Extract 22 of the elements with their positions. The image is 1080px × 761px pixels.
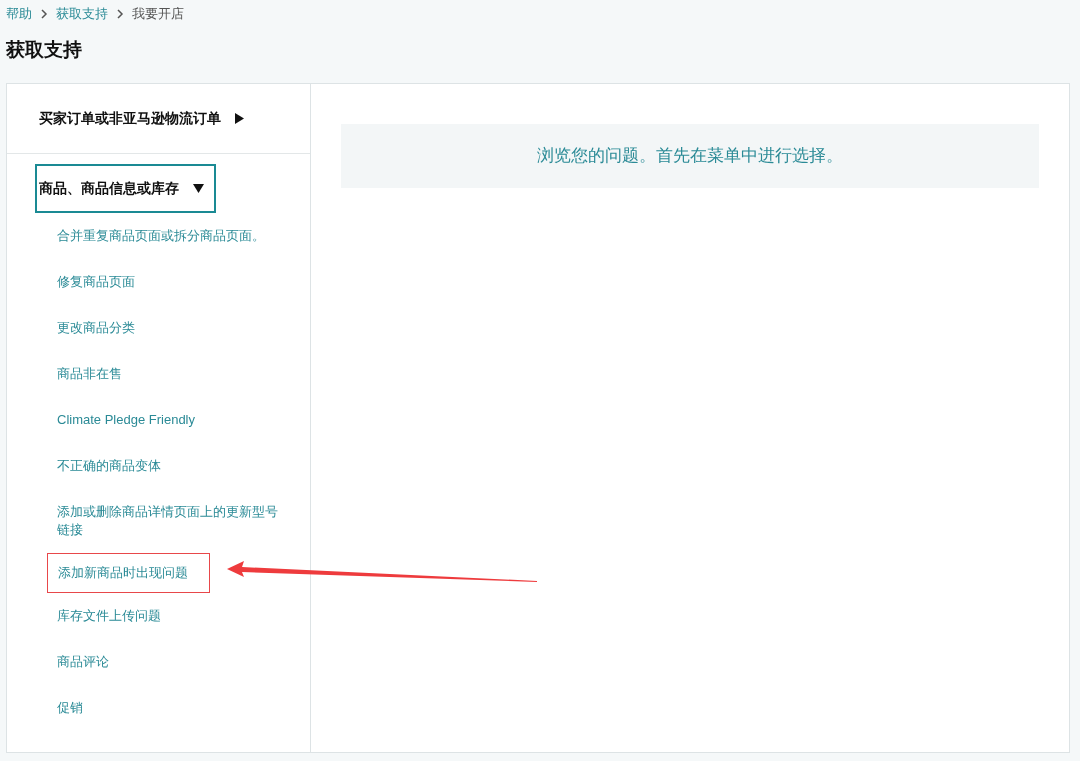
submenu-link[interactable]: 库存文件上传问题 (47, 593, 171, 639)
caret-down-icon (193, 184, 204, 193)
breadcrumb-link[interactable]: 帮助 (6, 4, 32, 24)
chevron-icon (116, 9, 124, 19)
submenu-link[interactable]: 商品非在售 (47, 351, 132, 397)
breadcrumb-link[interactable]: 获取支持 (56, 4, 108, 24)
submenu-link[interactable]: 合并重复商品页面或拆分商品页面。 (47, 213, 275, 259)
submenu-link[interactable]: 添加或删除商品详情页面上的更新型号链接 (47, 489, 297, 553)
prompt-message: 浏览您的问题。首先在菜单中进行选择。 (341, 124, 1039, 188)
submenu-link[interactable]: 更改商品分类 (47, 305, 145, 351)
category-toggle[interactable]: 商品、商品信息或库存 (35, 164, 216, 213)
breadcrumb-current: 我要开店 (132, 5, 184, 24)
chevron-icon (40, 9, 48, 19)
caret-right-icon (235, 113, 244, 124)
submenu-link[interactable]: 添加新商品时出现问题 (48, 554, 198, 592)
page-title: 获取支持 (6, 38, 83, 62)
submenu-link[interactable]: Climate Pledge Friendly (47, 397, 205, 443)
submenu-link[interactable]: 商品评论 (47, 639, 119, 685)
submenu-link[interactable]: 不正确的商品变体 (47, 443, 171, 489)
submenu-link[interactable]: 修复商品页面 (47, 259, 145, 305)
category-toggle[interactable]: 买家订单或非亚马逊物流订单 (35, 94, 256, 143)
submenu-link[interactable]: 促销 (47, 685, 93, 731)
